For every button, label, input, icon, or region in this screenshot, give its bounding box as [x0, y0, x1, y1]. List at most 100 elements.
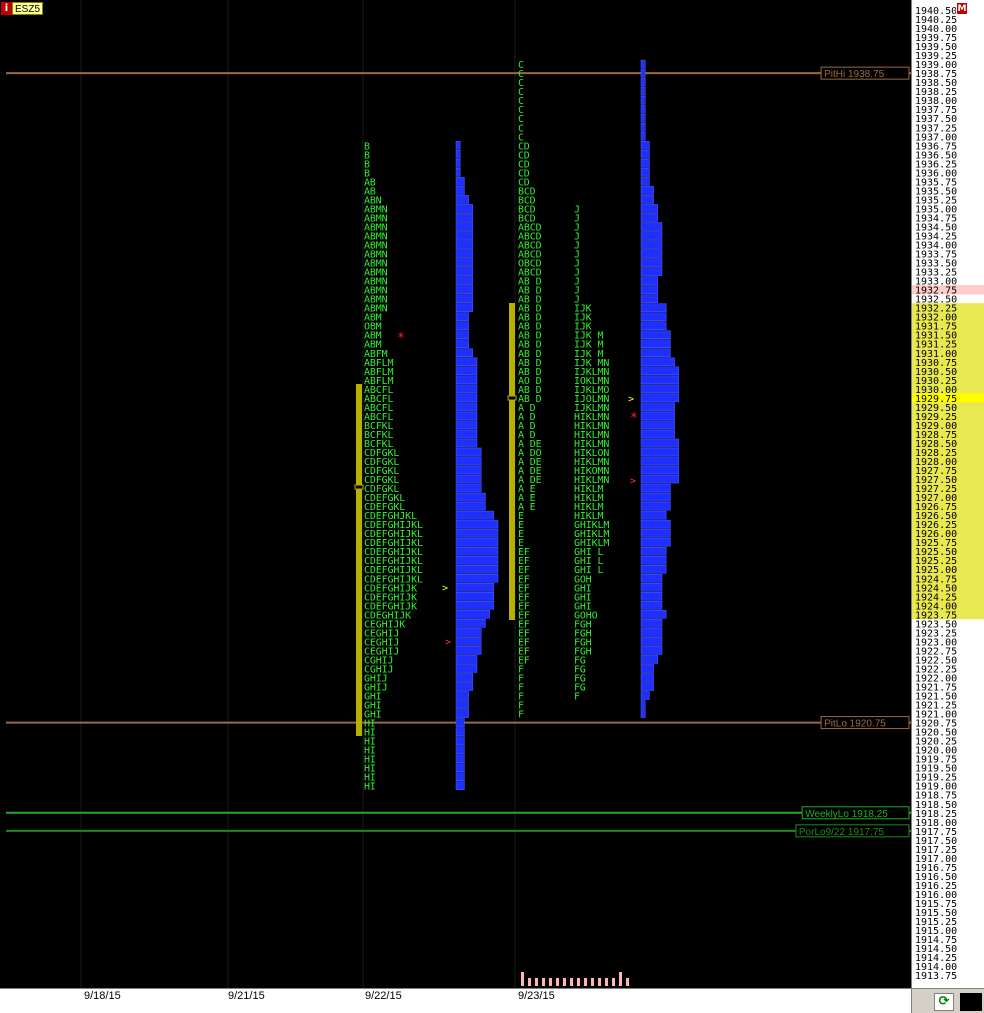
volume-bar	[640, 528, 671, 538]
volume-bar	[640, 592, 663, 601]
volume-tick	[556, 978, 559, 986]
date-label: 9/22/15	[365, 990, 402, 1002]
poc-marker	[354, 484, 364, 490]
volume-bar	[640, 159, 650, 168]
volume-bar	[455, 231, 474, 240]
volume-bar	[455, 249, 474, 258]
volume-bar	[640, 375, 680, 385]
volume-bar	[640, 700, 646, 709]
volume-bar	[455, 564, 499, 574]
tpo-row: HI	[364, 782, 376, 793]
volume-bar	[640, 132, 646, 141]
volume-bar	[640, 483, 671, 493]
volume-bar	[455, 583, 495, 592]
volume-bar	[640, 655, 659, 664]
volume-bar	[455, 204, 474, 213]
market-profile-plot: PitHi 1938.75 PitLo 1920.75 WeeklyLo 1918.…	[6, 0, 911, 988]
volume-bar	[455, 655, 478, 664]
price-scale-ticks: 1940.501940.251940.001939.751939.501939.…	[912, 6, 984, 982]
volume-bar	[455, 159, 461, 168]
volume-bar	[640, 673, 654, 682]
volume-bar	[455, 276, 474, 285]
info-icon[interactable]: i	[1, 2, 12, 15]
price-label: 1913.75	[915, 971, 957, 982]
volume-bar	[455, 312, 469, 321]
volume-bar	[455, 781, 465, 790]
volume-bar	[640, 682, 654, 691]
volume-bar	[455, 438, 478, 448]
date-axis: 9/18/15 9/21/15 9/22/15 9/23/15	[0, 988, 911, 1013]
volume-bar	[640, 402, 675, 412]
volume-bar	[455, 664, 478, 673]
volume-bar	[640, 177, 650, 186]
volume-bar	[640, 104, 646, 114]
menu-button[interactable]: M	[956, 2, 968, 15]
volume-bar	[640, 411, 675, 421]
volume-tick	[521, 972, 524, 986]
refresh-icon[interactable]: ⟳	[934, 993, 954, 1011]
date-label: 9/21/15	[228, 990, 265, 1002]
volume-tick	[577, 978, 580, 986]
volume-tick	[549, 978, 552, 986]
volume-bar	[640, 456, 680, 466]
date-label: 9/23/15	[518, 990, 555, 1002]
symbol-name[interactable]: ESZ5	[12, 2, 44, 15]
volume-bar	[455, 745, 465, 754]
tpo-row: F	[518, 710, 524, 721]
volume-bar	[640, 222, 663, 231]
volume-bar	[455, 763, 465, 772]
status-block	[960, 993, 982, 1011]
volume-bar	[455, 718, 465, 727]
volume-bar	[640, 186, 654, 195]
symbol-label[interactable]: i ESZ5	[1, 2, 44, 15]
volume-bar	[640, 555, 667, 565]
volume-bar	[640, 123, 646, 132]
volume-bar	[455, 168, 461, 177]
volume-bar	[640, 312, 667, 321]
volume-bar	[640, 276, 659, 285]
volume-tick	[591, 978, 594, 986]
volume-bar	[640, 357, 675, 367]
date-label: 9/18/15	[84, 990, 121, 1002]
volume-bar	[640, 384, 680, 394]
volume-bar	[640, 601, 663, 610]
value-area-bar	[356, 384, 362, 736]
volume-bar	[455, 492, 486, 502]
volume-bar	[640, 213, 659, 222]
volume-bar	[455, 519, 499, 529]
volume-bar	[455, 736, 465, 745]
volume-bar	[640, 141, 650, 150]
tpo-chart-area[interactable]: PitHi 1938.75 PitLo 1920.75 WeeklyLo 1918.…	[0, 0, 911, 988]
volume-bar	[640, 429, 675, 439]
volume-tick	[619, 972, 622, 986]
volume-tick	[612, 978, 615, 986]
volume-bar	[455, 141, 461, 150]
volume-bar	[455, 483, 482, 493]
volume-tick	[563, 978, 566, 986]
volume-bar	[640, 240, 663, 249]
volume-bar	[455, 691, 469, 700]
volume-bar	[640, 231, 663, 240]
volume-bar	[640, 77, 646, 87]
volume-bar	[640, 150, 650, 159]
volume-bar	[640, 59, 646, 69]
volume-bar	[455, 537, 499, 547]
volume-bar	[455, 294, 474, 303]
volume-bar	[640, 393, 680, 403]
volume-bar	[640, 564, 667, 574]
volume-bar	[455, 186, 465, 195]
volume-bar	[455, 348, 474, 358]
volume-bar	[455, 465, 482, 475]
volume-bar	[455, 357, 478, 367]
volume-tick	[535, 978, 538, 986]
volume-bar	[640, 348, 671, 358]
volume-bar	[640, 258, 663, 267]
volume-bar	[640, 249, 663, 258]
price-scale[interactable]: 1940.50 1940.25 1940.00 1939.75 1939.50 1939.…	[911, 0, 984, 988]
volume-bar	[455, 213, 474, 222]
poc-marker	[507, 395, 517, 401]
volume-bar	[640, 492, 671, 502]
volume-bar	[455, 447, 482, 457]
volume-bar	[640, 366, 680, 376]
volume-bar	[640, 330, 671, 339]
